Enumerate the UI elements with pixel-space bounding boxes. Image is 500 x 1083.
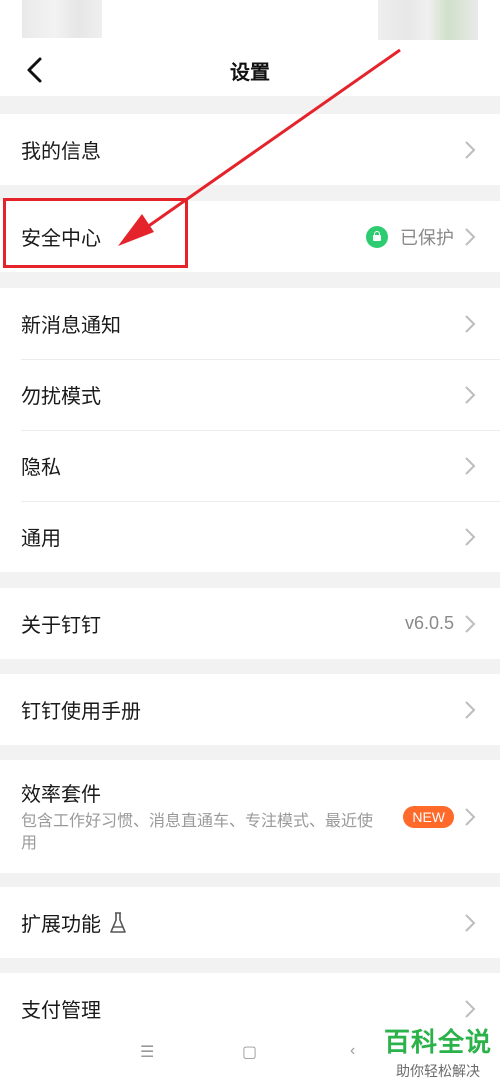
settings-item-about[interactable]: 关于钉钉 v6.0.5: [0, 588, 500, 659]
settings-item-general[interactable]: 通用: [0, 501, 500, 572]
settings-item-privacy[interactable]: 隐私: [0, 430, 500, 501]
settings-item-extensions[interactable]: 扩展功能: [0, 887, 500, 958]
item-label: 我的信息: [21, 141, 101, 163]
settings-item-my-info[interactable]: 我的信息: [0, 114, 500, 185]
watermark: 百科全说 助你轻松解决: [376, 1022, 500, 1081]
chevron-right-icon: [465, 807, 476, 826]
back-key-icon[interactable]: ‹: [350, 1042, 355, 1060]
security-status: 已保护: [400, 227, 454, 248]
settings-group-manual: 钉钉使用手册: [0, 674, 500, 745]
settings-group-efficiency: 效率套件 包含工作好习惯、消息直通车、专注模式、最近使用 NEW: [0, 760, 500, 873]
chevron-right-icon: [465, 314, 476, 333]
item-label: 效率套件: [21, 784, 101, 806]
item-label: 隐私: [21, 457, 61, 479]
watermark-subtitle: 助你轻松解决: [396, 1063, 480, 1079]
page-title: 设置: [230, 62, 270, 84]
chevron-right-icon: [465, 700, 476, 719]
item-label: 扩展功能: [21, 914, 101, 936]
settings-group-general: 新消息通知 勿扰模式 隐私 通用: [0, 288, 500, 572]
version-text: v6.0.5: [404, 613, 454, 633]
status-blur-right: [378, 0, 478, 40]
settings-group-security: 安全中心 已保护: [0, 201, 500, 272]
chevron-right-icon: [465, 227, 476, 246]
settings-item-do-not-disturb[interactable]: 勿扰模式: [0, 359, 500, 430]
flask-icon: [110, 911, 126, 933]
settings-item-user-manual[interactable]: 钉钉使用手册: [0, 674, 500, 745]
settings-item-notifications[interactable]: 新消息通知: [0, 288, 500, 359]
item-label: 通用: [21, 528, 61, 550]
settings-group-extensions: 扩展功能: [0, 887, 500, 958]
lock-icon: [366, 225, 388, 248]
status-bar: [0, 0, 500, 44]
menu-key-icon[interactable]: ☰: [140, 1042, 154, 1062]
item-label: 钉钉使用手册: [21, 701, 141, 723]
home-key-icon[interactable]: ▢: [242, 1042, 257, 1062]
chevron-right-icon: [465, 999, 476, 1018]
item-label: 支付管理: [21, 1000, 101, 1022]
chevron-right-icon: [465, 527, 476, 546]
new-badge: NEW: [403, 805, 454, 828]
settings-group-my-info: 我的信息: [0, 114, 500, 185]
item-label: 勿扰模式: [21, 386, 101, 408]
settings-item-security-center[interactable]: 安全中心 已保护: [0, 201, 500, 272]
chevron-right-icon: [465, 140, 476, 159]
watermark-title: 百科全说: [383, 1027, 492, 1057]
settings-item-efficiency-suite[interactable]: 效率套件 包含工作好习惯、消息直通车、专注模式、最近使用 NEW: [0, 760, 500, 873]
chevron-right-icon: [465, 385, 476, 404]
nav-bar: 设置: [0, 44, 500, 96]
chevron-right-icon: [465, 456, 476, 475]
item-subtitle: 包含工作好习惯、消息直通车、专注模式、最近使用: [21, 813, 374, 852]
status-blur-left: [22, 0, 102, 38]
item-label: 关于钉钉: [21, 615, 101, 637]
item-label: 新消息通知: [21, 315, 121, 337]
item-label: 安全中心: [21, 228, 101, 250]
settings-group-about: 关于钉钉 v6.0.5: [0, 588, 500, 659]
chevron-right-icon: [465, 614, 476, 633]
chevron-right-icon: [465, 913, 476, 932]
